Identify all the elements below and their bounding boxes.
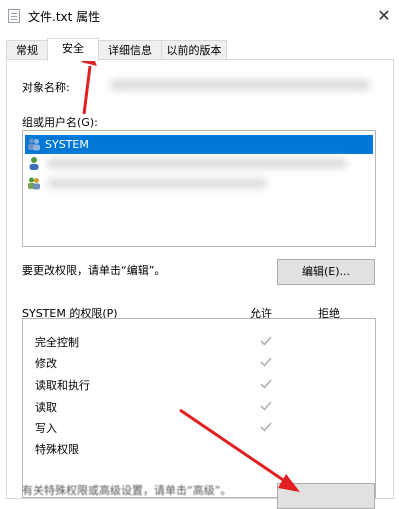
tab-details[interactable]: 详细信息	[98, 40, 162, 60]
users-group-icon	[28, 138, 40, 151]
user-name-blurred	[47, 159, 347, 168]
advanced-hint: 有关特殊权限或高级设置，请单击“高级”。	[22, 484, 232, 497]
users-listbox[interactable]: SYSTEM	[22, 130, 376, 247]
check-icon	[260, 401, 272, 411]
group-users-label: 组或用户名(G):	[22, 116, 98, 129]
permission-row: 特殊权限	[35, 438, 365, 458]
permission-name: 完全控制	[35, 336, 79, 349]
permission-row: 完全控制	[35, 331, 365, 351]
check-icon	[260, 336, 272, 346]
title-bar: 文件.txt 属性 ✕	[0, 0, 399, 32]
user-name: SYSTEM	[45, 138, 89, 151]
close-icon[interactable]: ✕	[372, 4, 396, 28]
list-item-group[interactable]	[25, 174, 373, 193]
permission-row: 修改	[35, 352, 365, 372]
check-icon	[260, 357, 272, 367]
permission-name: 读取	[35, 401, 57, 414]
object-name-label: 对象名称:	[22, 81, 70, 94]
check-icon	[260, 379, 272, 389]
edit-button[interactable]: 编辑(E)...	[277, 259, 375, 285]
advanced-button[interactable]	[277, 483, 375, 509]
permission-row: 写入	[35, 417, 365, 437]
permission-name: 修改	[35, 357, 57, 370]
permission-name: 读取和执行	[35, 379, 90, 392]
permissions-list[interactable]: 完全控制 修改 读取和执行 读取 写入 特殊权限	[22, 318, 376, 498]
window-title: 文件.txt 属性	[28, 10, 101, 24]
check-icon	[260, 422, 272, 432]
tab-previous-versions[interactable]: 以前的版本	[161, 40, 227, 60]
list-item-system[interactable]: SYSTEM	[25, 135, 373, 154]
list-item-user[interactable]	[25, 154, 373, 173]
document-icon	[8, 9, 20, 23]
change-permission-hint: 要更改权限，请单击“编辑”。	[22, 264, 166, 277]
users-group-icon	[28, 177, 40, 190]
tab-general[interactable]: 常规	[6, 40, 48, 60]
tab-security[interactable]: 安全	[47, 38, 99, 61]
permission-name: 写入	[35, 422, 57, 435]
permission-row: 读取和执行	[35, 374, 365, 394]
permission-name: 特殊权限	[35, 443, 79, 456]
permission-row: 读取	[35, 396, 365, 416]
group-name-blurred	[47, 179, 267, 188]
user-icon	[29, 157, 39, 170]
object-name-value-blurred	[110, 80, 370, 90]
